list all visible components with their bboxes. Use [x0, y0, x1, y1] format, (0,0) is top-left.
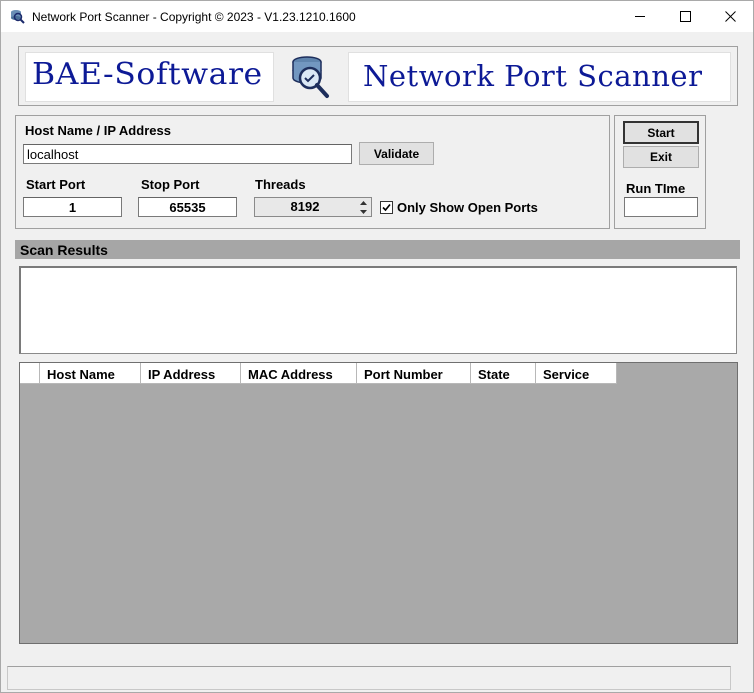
- column-service[interactable]: Service: [536, 363, 617, 384]
- scan-results-header: Scan Results: [15, 240, 740, 259]
- checkmark-icon: [382, 203, 391, 212]
- maximize-icon: [680, 11, 691, 22]
- brand-panel: BAE-Software: [25, 52, 274, 102]
- status-bar: [7, 666, 731, 690]
- start-port-input[interactable]: 1: [23, 197, 122, 217]
- host-input[interactable]: localhost: [23, 144, 352, 164]
- maximize-button[interactable]: [663, 1, 708, 32]
- column-host-name[interactable]: Host Name: [40, 363, 141, 384]
- validate-button[interactable]: Validate: [359, 142, 434, 165]
- column-state[interactable]: State: [471, 363, 536, 384]
- run-time-field: [624, 197, 698, 217]
- up-arrow-icon[interactable]: [356, 198, 371, 207]
- network-scanner-icon: [9, 8, 26, 25]
- column-ip-address[interactable]: IP Address: [141, 363, 241, 384]
- column-mac-address[interactable]: MAC Address: [241, 363, 357, 384]
- run-time-label: Run TIme: [626, 181, 686, 196]
- threads-arrows: [356, 198, 371, 216]
- stop-port-label: Stop Port: [141, 177, 200, 192]
- grid-header: Host Name IP Address MAC Address Port Nu…: [20, 363, 617, 384]
- window-title: Network Port Scanner - Copyright © 2023 …: [32, 10, 356, 24]
- minimize-button[interactable]: [618, 1, 663, 32]
- column-port-number[interactable]: Port Number: [357, 363, 471, 384]
- down-arrow-icon[interactable]: [356, 207, 371, 216]
- minimize-icon: [635, 16, 645, 17]
- host-label: Host Name / IP Address: [25, 123, 171, 138]
- row-header-corner: [20, 363, 40, 384]
- only-open-label[interactable]: Only Show Open Ports: [397, 200, 538, 215]
- start-button[interactable]: Start: [623, 121, 699, 144]
- scan-results-title: Scan Results: [20, 242, 108, 258]
- results-grid[interactable]: Host Name IP Address MAC Address Port Nu…: [19, 362, 738, 644]
- banner: BAE-Software Network Port Scanner: [18, 46, 738, 106]
- brand-name: BAE-Software: [32, 57, 263, 92]
- threads-stepper[interactable]: 8192: [254, 197, 372, 217]
- product-panel: Network Port Scanner: [348, 52, 731, 102]
- only-open-checkbox[interactable]: [380, 201, 393, 214]
- threads-value[interactable]: 8192: [255, 198, 355, 216]
- product-name: Network Port Scanner: [363, 59, 703, 93]
- exit-button[interactable]: Exit: [623, 146, 699, 168]
- close-button[interactable]: [708, 1, 753, 32]
- scan-log-box[interactable]: [19, 266, 737, 354]
- close-icon: [725, 11, 736, 22]
- stop-port-input[interactable]: 65535: [138, 197, 237, 217]
- title-bar[interactable]: Network Port Scanner - Copyright © 2023 …: [1, 1, 753, 32]
- database-magnifier-icon: [281, 52, 341, 104]
- start-port-label: Start Port: [26, 177, 86, 192]
- app-window: Network Port Scanner - Copyright © 2023 …: [0, 0, 754, 693]
- threads-label: Threads: [255, 177, 306, 192]
